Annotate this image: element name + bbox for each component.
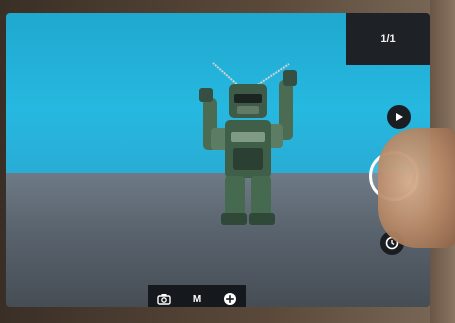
mode-manual-label: M <box>192 293 202 305</box>
finger-overlay <box>378 128 455 248</box>
mode-manual[interactable]: M <box>182 285 212 307</box>
robot-figure-image <box>199 62 297 225</box>
camera-icon <box>157 294 172 305</box>
play-icon <box>396 113 403 121</box>
mode-add[interactable] <box>215 285 245 307</box>
add-circle-icon <box>223 293 236 305</box>
mode-photo[interactable] <box>149 285 179 307</box>
camera-viewfinder[interactable]: 1/1 M <box>6 13 430 307</box>
image-counter-panel: 1/1 <box>346 13 430 65</box>
play-button[interactable] <box>387 105 411 129</box>
image-counter: 1/1 <box>380 33 396 45</box>
capture-mode-bar: M <box>148 285 246 307</box>
